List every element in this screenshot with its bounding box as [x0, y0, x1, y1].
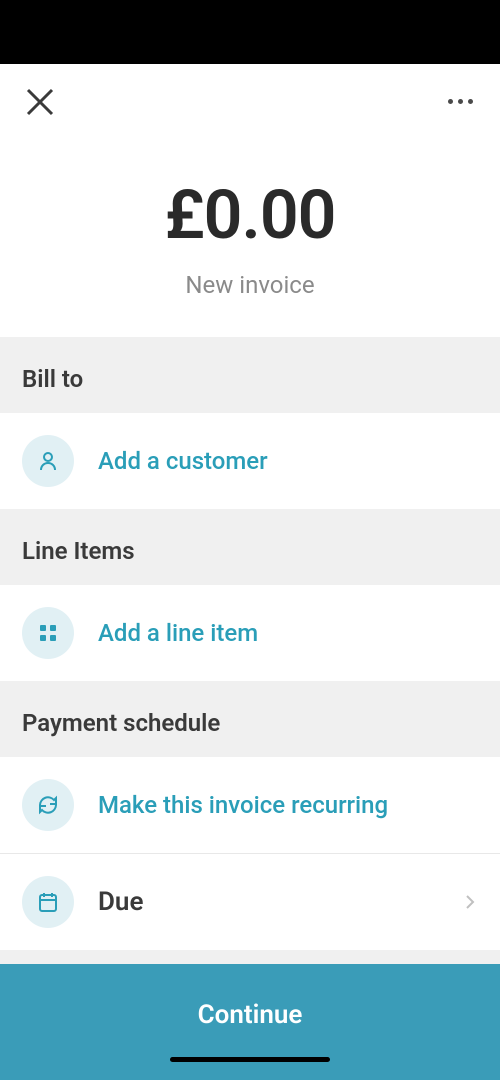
recurring-icon-circle — [22, 779, 74, 831]
line-item-icon-circle — [22, 607, 74, 659]
calendar-icon — [36, 890, 60, 914]
bill-to-header: Bill to — [0, 337, 500, 413]
make-recurring-label: Make this invoice recurring — [98, 791, 478, 819]
invoice-amount: £0.00 — [0, 175, 500, 255]
due-button[interactable]: Due — [0, 854, 500, 950]
home-indicator[interactable] — [170, 1057, 330, 1062]
grid-icon — [36, 621, 60, 645]
person-icon — [36, 449, 60, 473]
due-icon-circle — [22, 876, 74, 928]
close-button[interactable] — [20, 82, 60, 122]
make-recurring-button[interactable]: Make this invoice recurring — [0, 757, 500, 854]
refresh-icon — [36, 793, 60, 817]
add-customer-button[interactable]: Add a customer — [0, 413, 500, 509]
close-icon — [22, 84, 58, 120]
amount-section: £0.00 New invoice — [0, 139, 500, 337]
more-button[interactable] — [440, 82, 480, 122]
header — [0, 64, 500, 139]
chevron-right-icon — [462, 890, 478, 914]
continue-button[interactable]: Continue — [0, 964, 500, 1080]
add-customer-label: Add a customer — [98, 447, 478, 475]
add-line-item-button[interactable]: Add a line item — [0, 585, 500, 681]
due-label: Due — [98, 887, 438, 917]
more-icon — [448, 99, 453, 104]
continue-label: Continue — [198, 1000, 303, 1030]
payment-schedule-header: Payment schedule — [0, 681, 500, 757]
line-items-header: Line Items — [0, 509, 500, 585]
customer-icon-circle — [22, 435, 74, 487]
add-line-item-label: Add a line item — [98, 619, 478, 647]
invoice-subtitle: New invoice — [0, 271, 500, 299]
status-bar — [0, 0, 500, 64]
